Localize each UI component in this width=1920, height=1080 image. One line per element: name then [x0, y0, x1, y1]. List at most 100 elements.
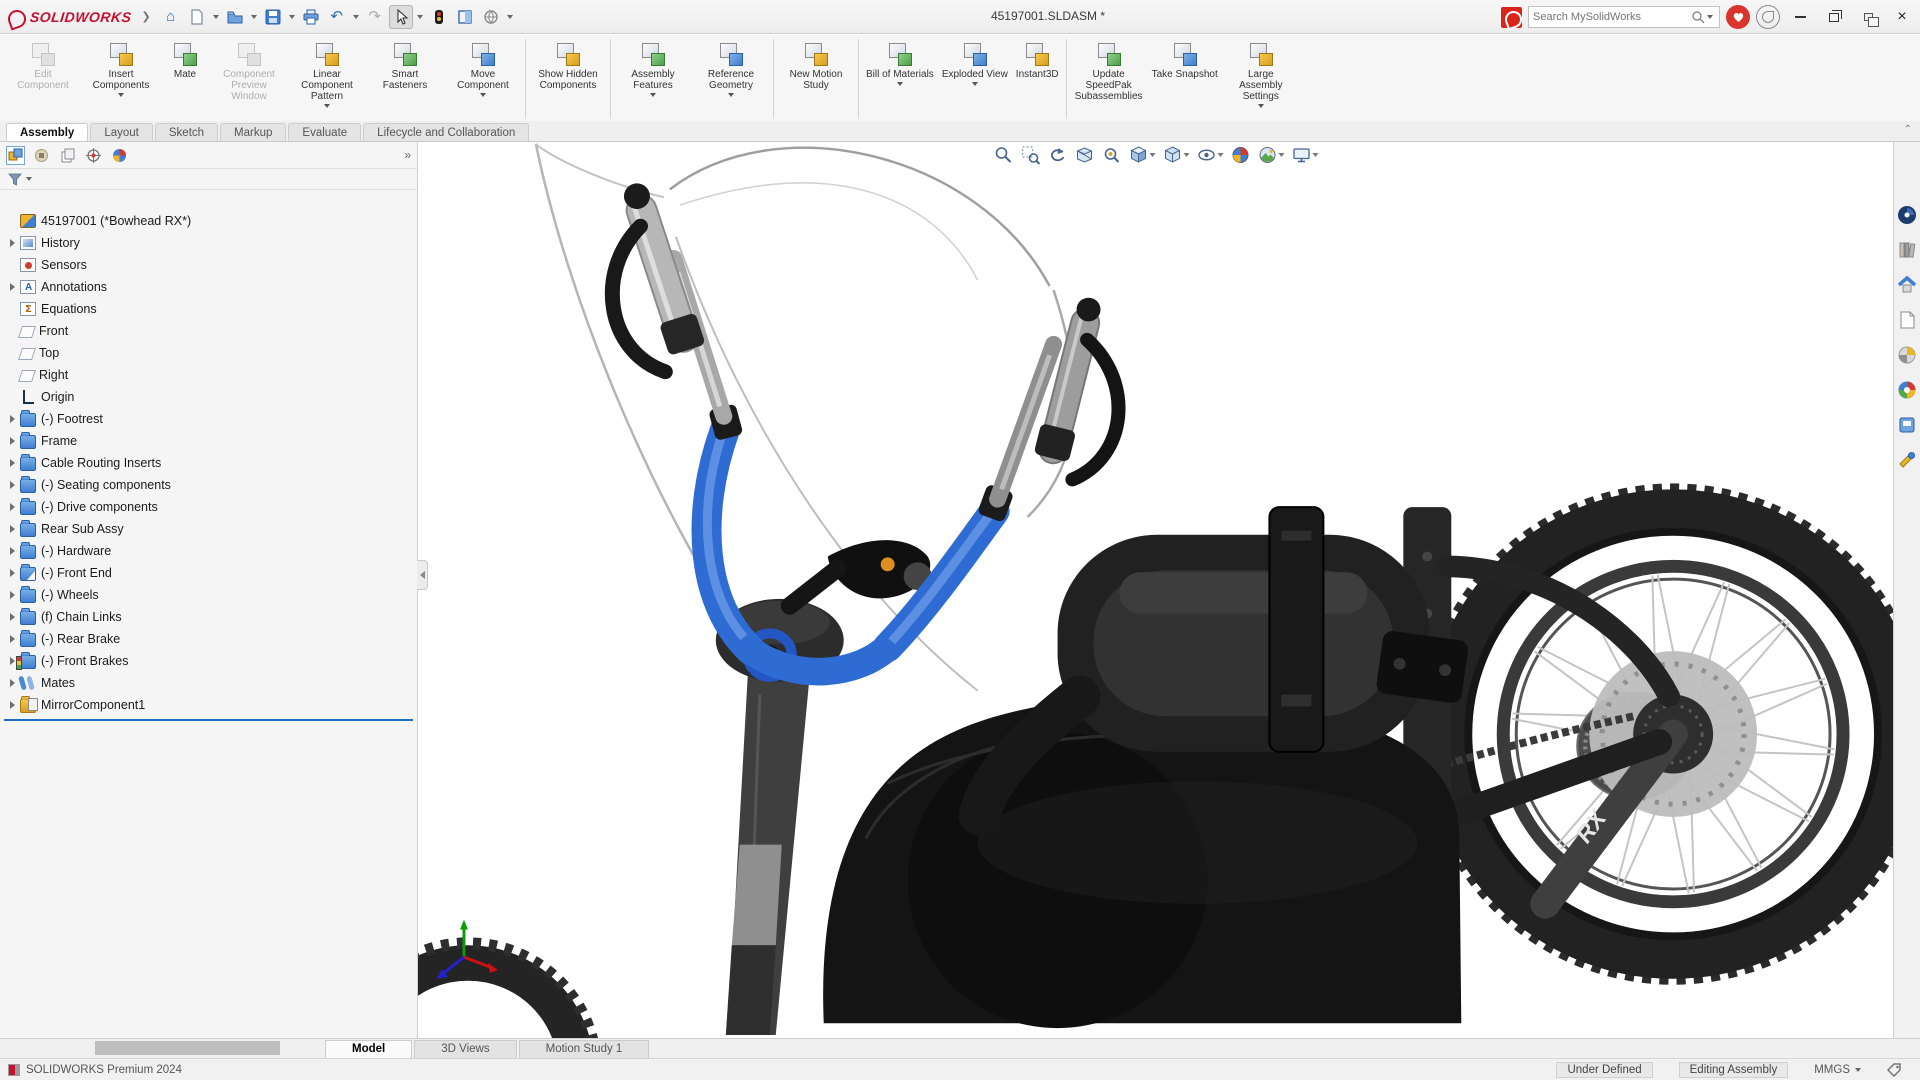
open-caret-icon[interactable]	[251, 15, 257, 19]
options-caret-icon[interactable]	[507, 15, 513, 19]
ribbon-button-show-hidden-components[interactable]: Show Hidden Components	[529, 37, 607, 121]
tree-item-front-end[interactable]: (-) Front End	[0, 562, 417, 584]
tab-assembly[interactable]: Assembly	[6, 123, 88, 141]
tree-item-right[interactable]: Right	[0, 364, 417, 386]
tree-item-footrest[interactable]: (-) Footrest	[0, 408, 417, 430]
zoom-area-icon[interactable]	[1020, 145, 1040, 165]
graphics-area[interactable]: RX	[418, 142, 1893, 1038]
custom-properties-icon[interactable]	[1897, 379, 1918, 400]
resources-icon[interactable]	[1897, 204, 1918, 225]
ribbon-button-large-assembly-settings[interactable]: Large Assembly Settings	[1222, 37, 1300, 121]
appearances-icon[interactable]	[1897, 344, 1918, 365]
expand-arrow-icon[interactable]	[6, 547, 18, 555]
tree-item-annotations[interactable]: Annotations	[0, 276, 417, 298]
bottom-tab-model[interactable]: Model	[325, 1040, 412, 1058]
filter-funnel-icon[interactable]	[8, 173, 22, 186]
bottom-tab-3d-views[interactable]: 3D Views	[414, 1040, 516, 1058]
tree-item-front-brakes[interactable]: (-) Front Brakes	[0, 650, 417, 672]
panel-resize-spacer[interactable]	[95, 1041, 280, 1055]
traffic-light-icon[interactable]	[427, 5, 451, 29]
display-style-caret-icon[interactable]	[1183, 153, 1189, 157]
ribbon-button-smart-fasteners[interactable]: Smart Fasteners	[366, 37, 444, 121]
apply-scene-icon[interactable]	[1257, 145, 1284, 165]
tree-item-mirrorcomponent1[interactable]: MirrorComponent1	[0, 694, 417, 716]
configurationmanager-icon[interactable]	[58, 146, 77, 165]
units-caret-icon[interactable]	[1855, 1068, 1861, 1072]
ribbon-button-assembly-features[interactable]: Assembly Features	[614, 37, 692, 121]
ribbon-button-take-snapshot[interactable]: Take Snapshot	[1148, 37, 1222, 121]
display-style-icon[interactable]	[1162, 145, 1189, 165]
tab-lifecycle-and-collaboration[interactable]: Lifecycle and Collaboration	[363, 123, 529, 141]
expand-arrow-icon[interactable]	[6, 503, 18, 511]
tree-item-origin[interactable]: Origin	[0, 386, 417, 408]
tab-sketch[interactable]: Sketch	[155, 123, 218, 141]
view-orientation-caret-icon[interactable]	[1149, 153, 1155, 157]
expand-arrow-icon[interactable]	[6, 459, 18, 467]
ribbon-button-update-speedpak-subassemblies[interactable]: Update SpeedPak Subassemblies	[1070, 37, 1148, 121]
select-arrow-icon[interactable]	[389, 5, 413, 29]
expand-arrow-icon[interactable]	[6, 239, 18, 247]
expand-arrow-icon[interactable]	[6, 591, 18, 599]
addins-icon[interactable]	[1897, 414, 1918, 435]
solidworks-badge-icon[interactable]	[1501, 7, 1522, 28]
bottom-tab-motion-study-1[interactable]: Motion Study 1	[519, 1040, 650, 1058]
view-settings-icon[interactable]	[1291, 145, 1318, 165]
apply-scene-caret-icon[interactable]	[1278, 153, 1284, 157]
section-view-icon[interactable]	[1074, 145, 1094, 165]
ribbon-button-insert-components[interactable]: Insert Components	[82, 37, 160, 121]
menu-expand-icon[interactable]: ❯	[141, 10, 150, 23]
compass-icon[interactable]	[1756, 5, 1780, 29]
search-input[interactable]	[1533, 11, 1691, 23]
save-caret-icon[interactable]	[289, 15, 295, 19]
redo-icon[interactable]: ↷	[363, 5, 387, 29]
tab-markup[interactable]: Markup	[220, 123, 286, 141]
expand-arrow-icon[interactable]	[6, 613, 18, 621]
expand-arrow-icon[interactable]	[6, 679, 18, 687]
tag-icon[interactable]	[1887, 1063, 1902, 1077]
view-palette-icon[interactable]	[1897, 309, 1918, 330]
design-library-icon[interactable]	[1897, 239, 1918, 260]
expand-arrow-icon[interactable]	[6, 415, 18, 423]
zoom-fit-icon[interactable]	[993, 145, 1013, 165]
undo-caret-icon[interactable]	[353, 15, 359, 19]
expand-arrow-icon[interactable]	[6, 525, 18, 533]
new-document-icon[interactable]	[185, 5, 209, 29]
collapse-ribbon-icon[interactable]: ⌃	[1904, 124, 1912, 135]
backrest-strap-model[interactable]	[1269, 507, 1323, 752]
cam-icon[interactable]	[1897, 449, 1918, 470]
tree-item-front[interactable]: Front	[0, 320, 417, 342]
pane-toggle-icon[interactable]	[453, 5, 477, 29]
tree-item-frame[interactable]: Frame	[0, 430, 417, 452]
tree-item-hardware[interactable]: (-) Hardware	[0, 540, 417, 562]
tree-item-rear-brake[interactable]: (-) Rear Brake	[0, 628, 417, 650]
tab-layout[interactable]: Layout	[90, 123, 153, 141]
select-caret-icon[interactable]	[417, 15, 423, 19]
ribbon-button-exploded-view[interactable]: Exploded View	[938, 37, 1012, 121]
expand-arrow-icon[interactable]	[6, 437, 18, 445]
edit-appearance-icon[interactable]	[1230, 145, 1250, 165]
tree-item-top[interactable]: Top	[0, 342, 417, 364]
ribbon-button-move-component[interactable]: Move Component	[444, 37, 522, 121]
propertymanager-icon[interactable]	[32, 146, 51, 165]
print-icon[interactable]	[299, 5, 323, 29]
search-box[interactable]	[1528, 6, 1720, 28]
restore-icon[interactable]	[1820, 5, 1848, 29]
tree-item-history[interactable]: History	[0, 232, 417, 254]
view-orientation-icon[interactable]	[1128, 145, 1155, 165]
dynamic-annotation-views-icon[interactable]	[1101, 145, 1121, 165]
tree-root-assembly[interactable]: 45197001 (*Bowhead RX*)	[0, 210, 417, 232]
tab-evaluate[interactable]: Evaluate	[288, 123, 361, 141]
hide-show-items-icon[interactable]	[1196, 145, 1223, 165]
tree-item-wheels[interactable]: (-) Wheels	[0, 584, 417, 606]
tree-item-seating-components[interactable]: (-) Seating components	[0, 474, 417, 496]
expand-arrow-icon[interactable]	[6, 283, 18, 291]
previous-view-icon[interactable]	[1047, 145, 1067, 165]
open-icon[interactable]	[223, 5, 247, 29]
undo-icon[interactable]: ↶	[325, 5, 349, 29]
displaymanager-icon[interactable]	[110, 146, 129, 165]
panel-collapse-handle[interactable]	[417, 560, 428, 590]
close-icon[interactable]: ×	[1888, 5, 1916, 29]
options-icon[interactable]	[479, 5, 503, 29]
expand-arrow-icon[interactable]	[6, 569, 18, 577]
status-units[interactable]: MMGS	[1814, 1064, 1861, 1076]
